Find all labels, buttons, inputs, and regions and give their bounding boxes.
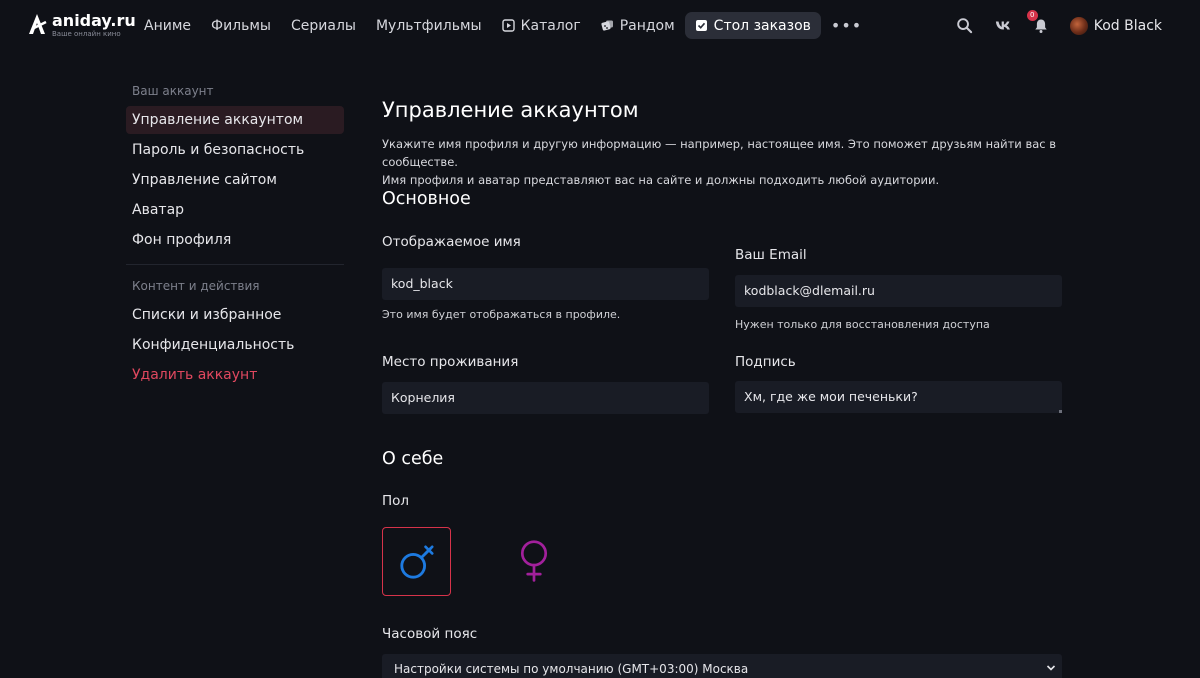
top-bar: aniday.ru Ваше онлайн кино Аниме Фильмы …	[0, 0, 1200, 52]
vk-icon[interactable]	[994, 17, 1012, 35]
female-icon	[520, 540, 547, 582]
gender-label: Пол	[382, 493, 410, 509]
gender-option-female[interactable]	[499, 527, 568, 596]
gender-option-male[interactable]	[382, 527, 451, 596]
nav-item-label: Рандом	[619, 17, 675, 34]
display-name-label: Отображаемое имя	[382, 234, 521, 250]
sidebar-group-title: Контент и действия	[132, 279, 260, 293]
user-name: Kod Black	[1093, 17, 1162, 34]
nav-item-label: Стол заказов	[713, 17, 811, 34]
timezone-select[interactable]: Настройки системы по умолчанию (GMT+03:0…	[382, 654, 1062, 678]
catalog-icon	[501, 19, 515, 32]
sidebar-item-delete-account[interactable]: Удалить аккаунт	[126, 361, 344, 389]
textarea-resize-handle[interactable]	[1059, 410, 1062, 413]
section-title-basic: Основное	[382, 189, 471, 209]
nav-item-catalog[interactable]: Каталог	[492, 12, 591, 39]
email-input[interactable]: kodblack@dlemail.ru	[735, 275, 1062, 307]
location-label: Место проживания	[382, 354, 519, 370]
settings-sidebar: Ваш аккаунт Управление аккаунтом Пароль …	[126, 84, 344, 391]
avatar	[1069, 16, 1088, 35]
main-nav: Аниме Фильмы Сериалы Мультфильмы Каталог…	[144, 12, 872, 39]
more-menu-button[interactable]: •••	[821, 16, 872, 35]
nav-item-label: Сериалы	[290, 17, 356, 34]
timezone-value: Настройки системы по умолчанию (GMT+03:0…	[394, 662, 749, 676]
display-name-input[interactable]: kod_black	[382, 268, 709, 300]
nav-item-label: Аниме	[144, 17, 192, 34]
nav-item-random[interactable]: Рандом	[591, 12, 685, 39]
logo-name: aniday.ru	[52, 11, 136, 30]
bell-icon	[1035, 18, 1047, 33]
page-description: Укажите имя профиля и другую информацию …	[382, 135, 1072, 189]
signature-label: Подпись	[735, 354, 796, 370]
nav-item-label: Мультфильмы	[375, 17, 482, 34]
search-icon[interactable]	[956, 17, 974, 35]
nav-item-anime[interactable]: Аниме	[144, 12, 201, 39]
sidebar-item-profile-background[interactable]: Фон профиля	[126, 226, 344, 254]
user-menu[interactable]: Kod Black	[1069, 16, 1162, 35]
email-label: Ваш Email	[735, 247, 807, 263]
orders-icon	[695, 19, 708, 32]
site-logo[interactable]: aniday.ru Ваше онлайн кино	[26, 12, 136, 38]
top-right-controls: 0 Kod Black	[936, 9, 1162, 39]
page-description-line: Имя профиля и аватар представляют вас на…	[382, 173, 940, 187]
section-title-about: О себе	[382, 449, 444, 469]
dice-icon	[601, 19, 614, 32]
location-input[interactable]: Корнелия	[382, 382, 709, 414]
signature-value: Хм, где же мои печеньки?	[744, 389, 918, 404]
nav-item-orders[interactable]: Стол заказов	[684, 12, 821, 39]
sidebar-item-account[interactable]: Управление аккаунтом	[126, 106, 344, 134]
logo-icon	[29, 14, 47, 34]
sidebar-item-site-settings[interactable]: Управление сайтом	[126, 166, 344, 194]
sidebar-group-title: Ваш аккаунт	[132, 84, 214, 98]
notification-count-badge: 0	[1026, 9, 1038, 21]
page-title: Управление аккаунтом	[382, 98, 639, 122]
notifications-button[interactable]: 0	[1026, 9, 1050, 35]
sidebar-item-lists[interactable]: Списки и избранное	[126, 301, 344, 329]
chevron-down-icon	[1046, 665, 1056, 671]
nav-item-cartoons[interactable]: Мультфильмы	[366, 12, 492, 39]
sidebar-item-privacy[interactable]: Конфиденциальность	[126, 331, 344, 359]
email-hint: Нужен только для восстановления доступа	[735, 318, 990, 331]
nav-item-label: Фильмы	[211, 17, 271, 34]
signature-textarea[interactable]: Хм, где же мои печеньки?	[735, 381, 1062, 413]
sidebar-divider	[126, 264, 344, 265]
nav-item-films[interactable]: Фильмы	[201, 12, 281, 39]
sidebar-item-password[interactable]: Пароль и безопасность	[126, 136, 344, 164]
male-icon	[399, 544, 434, 579]
display-name-hint: Это имя будет отображаться в профиле.	[382, 308, 621, 321]
nav-item-series[interactable]: Сериалы	[281, 12, 366, 39]
timezone-label: Часовой пояс	[382, 626, 478, 642]
nav-item-label: Каталог	[520, 17, 581, 34]
sidebar-item-avatar[interactable]: Аватар	[126, 196, 344, 224]
page-description-line: Укажите имя профиля и другую информацию …	[382, 137, 1057, 169]
logo-tagline: Ваше онлайн кино	[52, 30, 121, 38]
